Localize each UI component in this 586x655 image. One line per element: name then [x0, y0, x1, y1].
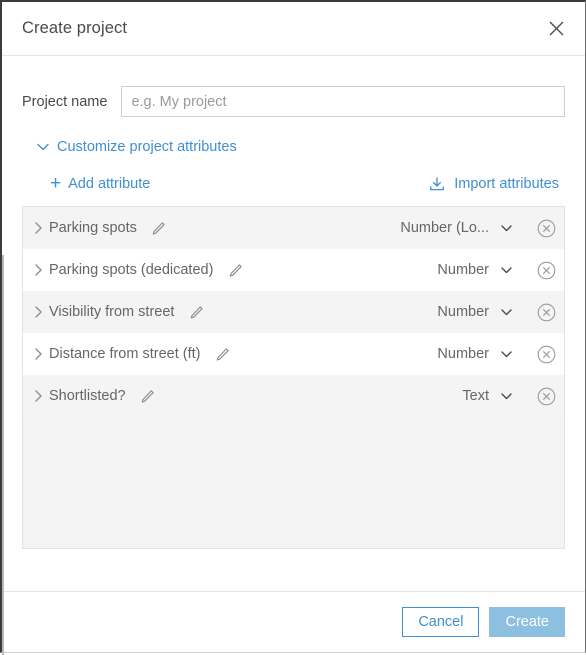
attribute-name: Parking spots (dedicated)	[49, 262, 214, 278]
attribute-name: Shortlisted?	[49, 388, 126, 404]
attribute-name: Parking spots	[49, 220, 137, 236]
project-name-row: Project name	[22, 86, 565, 117]
customize-attributes-toggle[interactable]: Customize project attributes	[36, 139, 237, 155]
chevron-down-icon	[36, 141, 49, 154]
add-attribute-button[interactable]: + Add attribute	[50, 174, 150, 193]
chevron-right-icon[interactable]	[32, 389, 44, 403]
project-name-label: Project name	[22, 93, 108, 110]
pencil-icon[interactable]	[148, 218, 170, 238]
remove-circle-icon[interactable]	[531, 214, 561, 242]
add-attribute-label: Add attribute	[68, 175, 151, 192]
chevron-down-icon	[500, 390, 513, 403]
attribute-row[interactable]: Shortlisted? Text	[23, 375, 564, 417]
attributes-list: Parking spots Number (Lo... Parking spot…	[22, 206, 565, 549]
remove-circle-icon[interactable]	[531, 256, 561, 284]
chevron-right-icon[interactable]	[32, 305, 44, 319]
attribute-row[interactable]: Parking spots Number (Lo...	[23, 207, 564, 249]
attribute-type-value: Number	[437, 304, 489, 320]
remove-circle-icon[interactable]	[531, 340, 561, 368]
plus-icon: +	[50, 173, 62, 194]
close-icon[interactable]	[543, 15, 569, 41]
import-attributes-label: Import attributes	[454, 175, 559, 192]
attribute-type-select[interactable]: Number	[419, 262, 513, 278]
attribute-type-value: Number	[437, 262, 489, 278]
dialog-title: Create project	[22, 19, 128, 37]
attribute-type-select[interactable]: Text	[419, 388, 513, 404]
pencil-icon[interactable]	[211, 344, 233, 364]
attribute-row[interactable]: Distance from street (ft) Number	[23, 333, 564, 375]
project-name-input[interactable]	[121, 86, 565, 117]
chevron-down-icon	[500, 348, 513, 361]
pencil-icon[interactable]	[185, 302, 207, 322]
pencil-icon[interactable]	[224, 260, 246, 280]
attribute-type-value: Number	[437, 346, 489, 362]
dialog-header: Create project	[2, 2, 585, 56]
attribute-name: Distance from street (ft)	[49, 346, 201, 362]
attribute-type-select[interactable]: Number	[419, 304, 513, 320]
create-project-dialog: Create project Project name Customize pr…	[0, 0, 586, 655]
cancel-button[interactable]: Cancel	[402, 607, 480, 637]
attribute-type-select[interactable]: Number (Lo...	[377, 220, 513, 236]
attribute-row[interactable]: Parking spots (dedicated) Number	[23, 249, 564, 291]
remove-circle-icon[interactable]	[531, 298, 561, 326]
attribute-actions-row: + Add attribute Import attributes	[22, 174, 565, 193]
attribute-name: Visibility from street	[49, 304, 175, 320]
remove-circle-icon[interactable]	[531, 382, 561, 410]
attribute-type-value: Text	[462, 388, 489, 404]
pencil-icon[interactable]	[137, 386, 159, 406]
attribute-type-select[interactable]: Number	[419, 346, 513, 362]
import-attributes-button[interactable]: Import attributes	[429, 176, 559, 192]
chevron-down-icon	[500, 222, 513, 235]
download-icon	[429, 176, 445, 192]
chevron-right-icon[interactable]	[32, 263, 44, 277]
chevron-down-icon	[500, 264, 513, 277]
chevron-down-icon	[500, 306, 513, 319]
chevron-right-icon[interactable]	[32, 221, 44, 235]
chevron-right-icon[interactable]	[32, 347, 44, 361]
customize-attributes-label: Customize project attributes	[57, 139, 237, 155]
attribute-row[interactable]: Visibility from street Number	[23, 291, 564, 333]
dialog-body: Project name Customize project attribute…	[2, 56, 585, 591]
attribute-type-value: Number (Lo...	[400, 220, 489, 236]
dialog-footer: Cancel Create	[2, 591, 585, 652]
create-button[interactable]: Create	[489, 607, 565, 637]
